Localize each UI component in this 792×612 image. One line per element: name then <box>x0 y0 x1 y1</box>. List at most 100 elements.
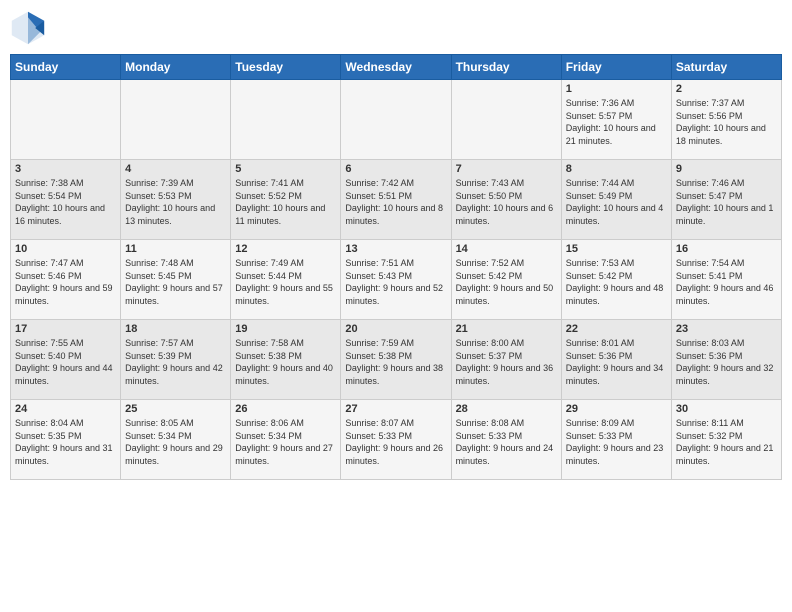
day-cell: 18 Sunrise: 7:57 AMSunset: 5:39 PMDayligh… <box>121 320 231 400</box>
header-day-monday: Monday <box>121 55 231 80</box>
day-info: Sunrise: 8:01 AMSunset: 5:36 PMDaylight:… <box>566 337 667 387</box>
day-info: Sunrise: 8:07 AMSunset: 5:33 PMDaylight:… <box>345 417 446 467</box>
day-cell: 22 Sunrise: 8:01 AMSunset: 5:36 PMDayligh… <box>561 320 671 400</box>
header-day-saturday: Saturday <box>671 55 781 80</box>
header-day-friday: Friday <box>561 55 671 80</box>
day-info: Sunrise: 7:37 AMSunset: 5:56 PMDaylight:… <box>676 97 777 147</box>
header-day-thursday: Thursday <box>451 55 561 80</box>
day-number: 4 <box>125 163 226 175</box>
day-number: 29 <box>566 403 667 415</box>
day-number: 19 <box>235 323 336 335</box>
day-cell: 20 Sunrise: 7:59 AMSunset: 5:38 PMDayligh… <box>341 320 451 400</box>
week-row-3: 10 Sunrise: 7:47 AMSunset: 5:46 PMDayligh… <box>11 240 782 320</box>
day-cell <box>11 80 121 160</box>
day-number: 6 <box>345 163 446 175</box>
day-cell: 25 Sunrise: 8:05 AMSunset: 5:34 PMDayligh… <box>121 400 231 480</box>
logo-icon <box>10 10 46 46</box>
day-number: 22 <box>566 323 667 335</box>
day-info: Sunrise: 7:41 AMSunset: 5:52 PMDaylight:… <box>235 177 336 227</box>
day-cell: 15Sunrise: 7:53 AMSunset: 5:42 PMDayligh… <box>561 240 671 320</box>
header-day-tuesday: Tuesday <box>231 55 341 80</box>
week-row-2: 3Sunrise: 7:38 AMSunset: 5:54 PMDaylight… <box>11 160 782 240</box>
day-cell: 14Sunrise: 7:52 AMSunset: 5:42 PMDayligh… <box>451 240 561 320</box>
day-number: 21 <box>456 323 557 335</box>
day-cell: 29 Sunrise: 8:09 AMSunset: 5:33 PMDayligh… <box>561 400 671 480</box>
day-cell: 2 Sunrise: 7:37 AMSunset: 5:56 PMDaylight… <box>671 80 781 160</box>
day-info: Sunrise: 8:05 AMSunset: 5:34 PMDaylight:… <box>125 417 226 467</box>
day-number: 11 <box>125 243 226 255</box>
day-cell: 16 Sunrise: 7:54 AMSunset: 5:41 PMDayligh… <box>671 240 781 320</box>
day-info: Sunrise: 7:54 AMSunset: 5:41 PMDaylight:… <box>676 257 777 307</box>
day-info: Sunrise: 7:39 AMSunset: 5:53 PMDaylight:… <box>125 177 226 227</box>
day-number: 9 <box>676 163 777 175</box>
week-row-4: 17 Sunrise: 7:55 AMSunset: 5:40 PMDayligh… <box>11 320 782 400</box>
day-number: 18 <box>125 323 226 335</box>
day-number: 7 <box>456 163 557 175</box>
day-cell: 7 Sunrise: 7:43 AMSunset: 5:50 PMDaylight… <box>451 160 561 240</box>
calendar-table: SundayMondayTuesdayWednesdayThursdayFrid… <box>10 54 782 480</box>
day-info: Sunrise: 7:53 AMSunset: 5:42 PMDaylight:… <box>566 257 667 307</box>
day-number: 28 <box>456 403 557 415</box>
day-cell: 11 Sunrise: 7:48 AMSunset: 5:45 PMDayligh… <box>121 240 231 320</box>
day-number: 26 <box>235 403 336 415</box>
day-number: 2 <box>676 83 777 95</box>
day-info: Sunrise: 8:00 AMSunset: 5:37 PMDaylight:… <box>456 337 557 387</box>
day-number: 8 <box>566 163 667 175</box>
day-cell: 28 Sunrise: 8:08 AMSunset: 5:33 PMDayligh… <box>451 400 561 480</box>
day-info: Sunrise: 8:09 AMSunset: 5:33 PMDaylight:… <box>566 417 667 467</box>
day-info: Sunrise: 8:03 AMSunset: 5:36 PMDaylight:… <box>676 337 777 387</box>
week-row-5: 24 Sunrise: 8:04 AMSunset: 5:35 PMDayligh… <box>11 400 782 480</box>
day-info: Sunrise: 7:47 AMSunset: 5:46 PMDaylight:… <box>15 257 116 307</box>
day-cell: 12 Sunrise: 7:49 AMSunset: 5:44 PMDayligh… <box>231 240 341 320</box>
day-cell: 1 Sunrise: 7:36 AMSunset: 5:57 PMDaylight… <box>561 80 671 160</box>
day-cell: 30 Sunrise: 8:11 AMSunset: 5:32 PMDayligh… <box>671 400 781 480</box>
day-info: Sunrise: 8:11 AMSunset: 5:32 PMDaylight:… <box>676 417 777 467</box>
day-cell: 26 Sunrise: 8:06 AMSunset: 5:34 PMDayligh… <box>231 400 341 480</box>
day-cell <box>121 80 231 160</box>
day-number: 23 <box>676 323 777 335</box>
day-cell <box>451 80 561 160</box>
day-info: Sunrise: 7:57 AMSunset: 5:39 PMDaylight:… <box>125 337 226 387</box>
day-info: Sunrise: 8:06 AMSunset: 5:34 PMDaylight:… <box>235 417 336 467</box>
day-number: 17 <box>15 323 116 335</box>
day-number: 12 <box>235 243 336 255</box>
day-cell <box>231 80 341 160</box>
day-number: 30 <box>676 403 777 415</box>
day-number: 1 <box>566 83 667 95</box>
day-info: Sunrise: 7:48 AMSunset: 5:45 PMDaylight:… <box>125 257 226 307</box>
day-info: Sunrise: 8:08 AMSunset: 5:33 PMDaylight:… <box>456 417 557 467</box>
day-info: Sunrise: 7:49 AMSunset: 5:44 PMDaylight:… <box>235 257 336 307</box>
day-cell: 27Sunrise: 8:07 AMSunset: 5:33 PMDayligh… <box>341 400 451 480</box>
day-cell: 5 Sunrise: 7:41 AMSunset: 5:52 PMDaylight… <box>231 160 341 240</box>
calendar-body: 1 Sunrise: 7:36 AMSunset: 5:57 PMDaylight… <box>11 80 782 480</box>
header-day-sunday: Sunday <box>11 55 121 80</box>
day-number: 13 <box>345 243 446 255</box>
day-cell: 9 Sunrise: 7:46 AMSunset: 5:47 PMDaylight… <box>671 160 781 240</box>
day-info: Sunrise: 7:43 AMSunset: 5:50 PMDaylight:… <box>456 177 557 227</box>
day-info: Sunrise: 7:59 AMSunset: 5:38 PMDaylight:… <box>345 337 446 387</box>
day-cell: 10 Sunrise: 7:47 AMSunset: 5:46 PMDayligh… <box>11 240 121 320</box>
day-number: 14 <box>456 243 557 255</box>
day-info: Sunrise: 7:58 AMSunset: 5:38 PMDaylight:… <box>235 337 336 387</box>
day-info: Sunrise: 7:46 AMSunset: 5:47 PMDaylight:… <box>676 177 777 227</box>
day-number: 5 <box>235 163 336 175</box>
header-row: SundayMondayTuesdayWednesdayThursdayFrid… <box>11 55 782 80</box>
day-cell: 4 Sunrise: 7:39 AMSunset: 5:53 PMDaylight… <box>121 160 231 240</box>
day-cell: 3Sunrise: 7:38 AMSunset: 5:54 PMDaylight… <box>11 160 121 240</box>
day-number: 24 <box>15 403 116 415</box>
day-info: Sunrise: 7:36 AMSunset: 5:57 PMDaylight:… <box>566 97 667 147</box>
day-number: 10 <box>15 243 116 255</box>
logo <box>10 10 50 46</box>
day-cell: 6Sunrise: 7:42 AMSunset: 5:51 PMDaylight… <box>341 160 451 240</box>
day-cell: 13Sunrise: 7:51 AMSunset: 5:43 PMDayligh… <box>341 240 451 320</box>
day-number: 20 <box>345 323 446 335</box>
calendar-header: SundayMondayTuesdayWednesdayThursdayFrid… <box>11 55 782 80</box>
day-number: 25 <box>125 403 226 415</box>
day-cell: 19 Sunrise: 7:58 AMSunset: 5:38 PMDayligh… <box>231 320 341 400</box>
page-header <box>10 10 782 46</box>
day-info: Sunrise: 7:55 AMSunset: 5:40 PMDaylight:… <box>15 337 116 387</box>
day-cell: 17 Sunrise: 7:55 AMSunset: 5:40 PMDayligh… <box>11 320 121 400</box>
week-row-1: 1 Sunrise: 7:36 AMSunset: 5:57 PMDaylight… <box>11 80 782 160</box>
day-number: 16 <box>676 243 777 255</box>
day-info: Sunrise: 8:04 AMSunset: 5:35 PMDaylight:… <box>15 417 116 467</box>
